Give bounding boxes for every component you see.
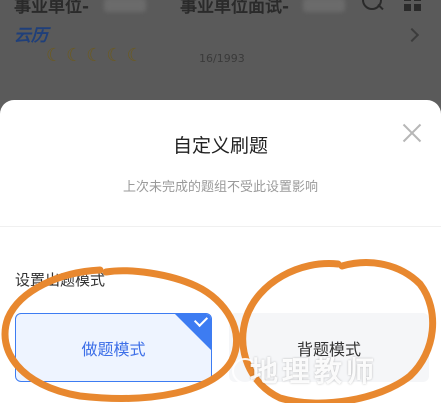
dialog-title: 自定义刷题	[172, 135, 268, 157]
practice-mode-label: 做题模式	[81, 339, 146, 359]
bg-rating-moons: ☾ ☾ ☾ ☾ ☾	[46, 46, 143, 66]
mode-section-label: 设置出题模式	[15, 271, 106, 289]
moon-icon: ☾	[46, 45, 63, 66]
search-icon	[362, 0, 382, 10]
moon-icon: ☾	[106, 45, 123, 66]
chevron-right-icon	[404, 27, 420, 43]
dialog-subtitle: 上次未完成的题组不受此设置影响	[122, 180, 318, 195]
bg-tab-1-label: 事业单位-	[14, 0, 90, 17]
moon-icon: ☾	[66, 45, 83, 66]
grid-icon	[404, 0, 422, 12]
bg-logo: 云历	[14, 26, 48, 46]
bg-progress-count: 16/1993	[199, 52, 245, 65]
moon-icon: ☾	[86, 45, 103, 66]
bg-redaction	[303, 0, 345, 12]
background-page: 事业单位- 事业单位面试- 云历 ☾ ☾ ☾ ☾ ☾ 16/1993	[0, 0, 441, 100]
bg-tab-2-label: 事业单位面试-	[180, 0, 290, 17]
divider	[0, 226, 441, 227]
moon-icon: ☾	[126, 45, 143, 66]
bg-tab-1: 事业单位-	[14, 0, 89, 17]
practice-mode-button[interactable]: 做题模式	[15, 313, 212, 382]
bg-tab-2: 事业单位面试-	[180, 0, 289, 17]
bg-redaction	[104, 0, 146, 12]
close-icon[interactable]	[402, 123, 422, 143]
watermark: 地理教师	[250, 355, 379, 388]
